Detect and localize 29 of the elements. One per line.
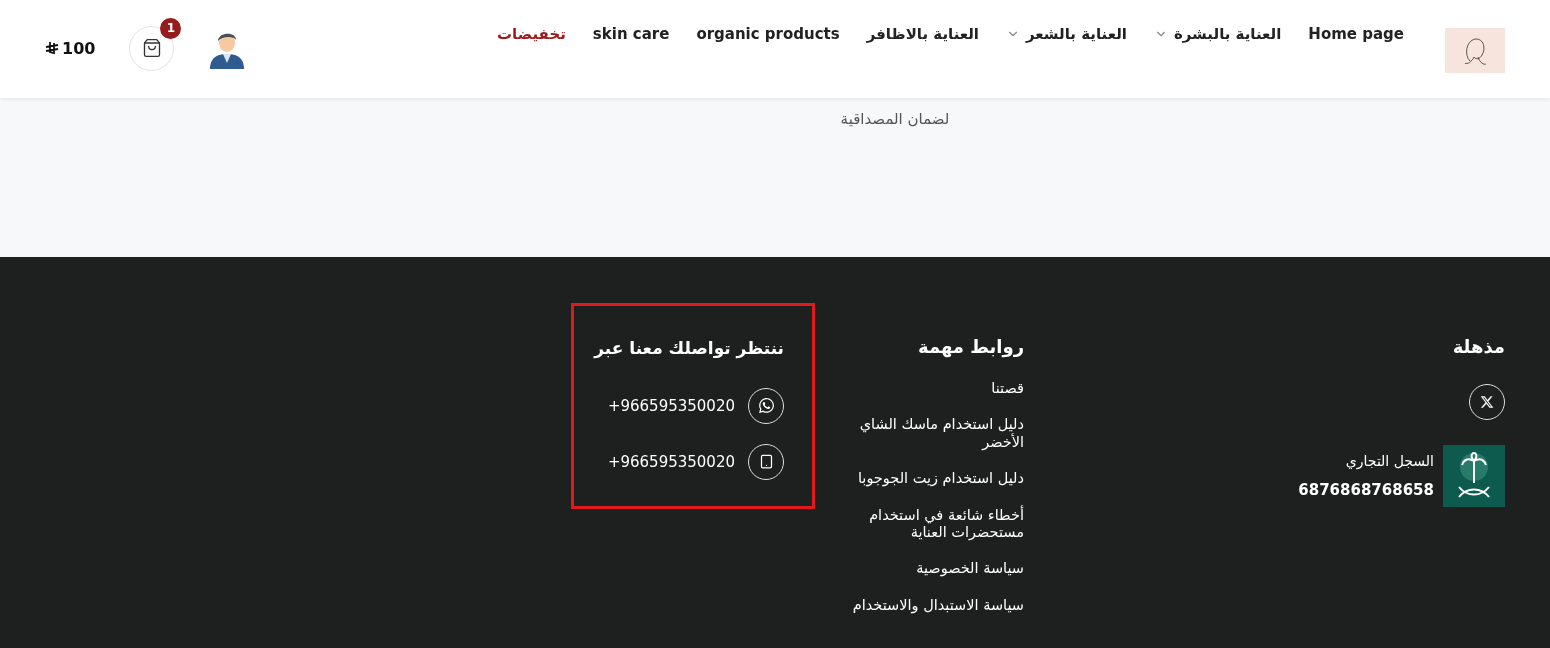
register-number: 6876868768658 bbox=[1298, 481, 1434, 499]
nav-link[interactable]: Home page bbox=[1308, 25, 1404, 43]
register-label: السجل التجاري bbox=[1344, 453, 1434, 469]
footer-link[interactable]: سياسة الاستبدال والاستخدام bbox=[815, 596, 1024, 615]
tablet-icon bbox=[758, 454, 774, 469]
intro-text: لضمان المصداقية bbox=[839, 110, 950, 130]
brand-title: مذهلة bbox=[1451, 335, 1505, 359]
cart-total: 100 bbox=[62, 38, 96, 58]
footer-link[interactable]: دليل استخدام زيت الجوجوبا bbox=[815, 470, 1024, 488]
nav-link[interactable]: skin care bbox=[592, 25, 670, 43]
footer-link[interactable]: سياسة الخصوصية bbox=[815, 560, 1024, 578]
links-title: روابط مهمة bbox=[916, 335, 1024, 360]
footer-link[interactable]: قصتنا bbox=[815, 380, 1024, 398]
phone-number: +966595350020 bbox=[607, 452, 735, 471]
cart-count-badge: 1 bbox=[160, 17, 182, 39]
nav-link[interactable]: العناية بالاظافر bbox=[866, 25, 979, 43]
whatsapp-icon bbox=[757, 397, 775, 414]
contact-title: ننتظر تواصلك معنا عبر bbox=[592, 337, 784, 361]
footer-link[interactable]: دليل استخدام ماسك الشاي الأخضر bbox=[815, 416, 1024, 452]
footer-link[interactable]: أخطاء شائعة في استخدام مستحضرات العناية bbox=[815, 506, 1024, 542]
phone-number: +966595350020 bbox=[607, 396, 735, 415]
nav-link[interactable]: العناية بالشعر bbox=[1006, 25, 1127, 43]
nav-link[interactable]: تخفيضات bbox=[497, 25, 566, 43]
nav-link[interactable]: العناية بالبشرة bbox=[1153, 25, 1282, 43]
logo[interactable] bbox=[1445, 28, 1505, 73]
nav-link[interactable]: organic products bbox=[696, 25, 840, 43]
cart-button[interactable] bbox=[129, 25, 175, 71]
x-logo-icon bbox=[1480, 395, 1494, 409]
shopping-bag-icon bbox=[141, 38, 162, 58]
